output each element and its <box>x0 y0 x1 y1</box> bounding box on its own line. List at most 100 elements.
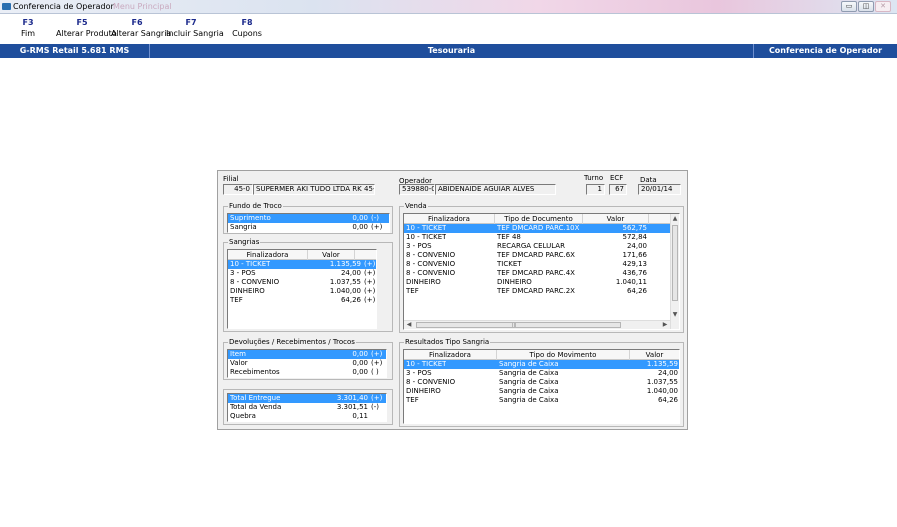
cell-valor: 1.135,59 <box>329 260 361 268</box>
table-row[interactable]: DINHEIRO Sangria de Caixa 1.040,00 <box>404 387 679 396</box>
table-row[interactable]: 10 - TICKET 1.135,59 (+) <box>228 260 376 269</box>
table-row[interactable]: 10 - TICKET TEF 48 572,84 <box>404 233 670 242</box>
ecf-label: ECF <box>610 174 624 182</box>
row-value: 0,00 <box>352 350 368 358</box>
group-title: Venda <box>404 202 428 211</box>
scroll-up-icon[interactable]: ▲ <box>671 215 679 223</box>
grid-header: Finalizadora Tipo de Documento Valor <box>404 214 670 224</box>
f3-fim-button[interactable]: F3 Fim <box>17 18 39 40</box>
cell-finalizadora: TEF <box>406 396 419 404</box>
list-item[interactable]: Total da Venda 3.301,51 (-) <box>228 403 386 412</box>
column-header[interactable]: Valor <box>308 250 355 260</box>
scroll-down-icon[interactable]: ▼ <box>671 311 679 319</box>
table-row[interactable]: TEF TEF DMCARD PARC.2X 64,26 <box>404 287 670 296</box>
row-sign: ( ) <box>371 368 379 376</box>
cell-tipo-documento: TEF DMCARD PARC.2X <box>497 287 575 295</box>
cell-finalizadora: 10 - TICKET <box>230 260 271 268</box>
table-row[interactable]: DINHEIRO DINHEIRO 1.040,11 <box>404 278 670 287</box>
product-version: G-RMS Retail 5.681 RMS <box>0 44 150 58</box>
cell-tipo-documento: TEF 48 <box>497 233 521 241</box>
minimize-button[interactable]: ▭ <box>841 1 857 12</box>
filial-label: Filial <box>223 175 239 183</box>
f5-alterar-produto-button[interactable]: F5 Alterar Produto <box>56 18 117 40</box>
column-header[interactable]: Finalizadora <box>404 350 497 360</box>
cell-finalizadora: 3 - POS <box>406 242 432 250</box>
list-item[interactable]: Sangria 0,00 (+) <box>228 223 389 232</box>
cell-finalizadora: 8 - CONVENIO <box>406 269 456 277</box>
sangrias-group: Sangrias Finalizadora Valor 10 - TICKET … <box>223 238 393 332</box>
table-row[interactable]: TEF Sangria de Caixa 64,26 <box>404 396 679 405</box>
totais-list: Total Entregue 3.301,40 (+) Total da Ven… <box>227 393 387 422</box>
devolucoes-group: Devoluções / Recebimentos / Trocos Item … <box>223 338 393 380</box>
list-item[interactable]: Total Entregue 3.301,40 (+) <box>228 394 386 403</box>
cell-finalizadora: 3 - POS <box>230 269 256 277</box>
cell-finalizadora: 8 - CONVENIO <box>406 378 456 386</box>
vertical-scrollbar[interactable]: ▲ ▼ <box>670 214 679 329</box>
cell-valor: 572,84 <box>622 233 648 241</box>
table-row[interactable]: 3 - POS RECARGA CELULAR 24,00 <box>404 242 670 251</box>
cell-valor: 24,00 <box>626 242 647 250</box>
list-item[interactable]: Item 0,00 (+) <box>228 350 386 359</box>
app-icon <box>2 3 11 10</box>
group-title: Sangrias <box>228 238 261 247</box>
list-item[interactable]: Recebimentos 0,00 ( ) <box>228 368 386 377</box>
table-row[interactable]: 8 - CONVENIO TICKET 429,13 <box>404 260 670 269</box>
background-window-title: Menu Principal <box>113 2 172 11</box>
close-button[interactable]: ✕ <box>875 1 891 12</box>
column-header[interactable]: Valor <box>583 214 649 224</box>
list-item[interactable]: Valor 0,00 (+) <box>228 359 386 368</box>
key-label: F5 <box>76 18 88 27</box>
table-row[interactable]: 8 - CONVENIO TEF DMCARD PARC.4X 436,76 <box>404 269 670 278</box>
column-header[interactable]: Finalizadora <box>228 250 308 260</box>
cell-sign: (+) <box>364 269 376 277</box>
cell-valor: 1.135,59 <box>646 360 678 368</box>
key-caption: Fim <box>20 29 36 38</box>
window-title: Conferencia de Operador <box>13 2 114 11</box>
table-row[interactable]: 10 - TICKET TEF DMCARD PARC.10X 562,75 <box>404 224 670 233</box>
column-header[interactable]: Finalizadora <box>404 214 495 224</box>
cell-finalizadora: 8 - CONVENIO <box>406 251 456 259</box>
sangrias-grid: Finalizadora Valor 10 - TICKET 1.135,59 … <box>227 249 377 329</box>
operador-code-field: 539880-0 <box>399 184 435 195</box>
table-row[interactable]: 8 - CONVENIO Sangria de Caixa 1.037,55 <box>404 378 679 387</box>
scroll-grip: III <box>512 323 517 329</box>
cell-finalizadora: 10 - TICKET <box>406 233 447 241</box>
cell-finalizadora: TEF <box>406 287 419 295</box>
column-header[interactable]: Valor <box>630 350 679 360</box>
grid-header: Finalizadora Valor <box>228 250 376 260</box>
list-item[interactable]: Quebra 0,11 <box>228 412 386 421</box>
list-item[interactable]: Suprimento 0,00 (-) <box>228 214 389 223</box>
table-row[interactable]: 3 - POS 24,00 (+) <box>228 269 376 278</box>
row-name: Item <box>230 350 246 358</box>
screen-title: Conferencia de Operador <box>753 44 897 58</box>
horizontal-scrollbar[interactable]: ◀ III ▶ <box>404 320 670 329</box>
key-caption: Cupons <box>232 29 262 38</box>
f8-cupons-button[interactable]: F8 Cupons <box>230 18 264 40</box>
table-row[interactable]: 3 - POS Sangria de Caixa 24,00 <box>404 369 679 378</box>
f6-alterar-sangria-button[interactable]: F6 Alterar Sangria <box>111 18 171 40</box>
row-sign: (+) <box>371 394 383 402</box>
scroll-left-icon[interactable]: ◀ <box>405 321 413 329</box>
operador-name-field: ABIDENAIDE AGUIAR ALVES <box>435 184 556 195</box>
scroll-right-icon[interactable]: ▶ <box>661 321 669 329</box>
table-row[interactable]: 8 - CONVENIO TEF DMCARD PARC.6X 171,66 <box>404 251 670 260</box>
table-row[interactable]: TEF 64,26 (+) <box>228 296 376 305</box>
column-header[interactable]: Tipo de Documento <box>495 214 583 224</box>
row-value: 0,00 <box>352 359 368 367</box>
grid-header: Finalizadora Tipo do Movimento Valor <box>404 350 679 360</box>
scroll-thumb[interactable] <box>672 225 678 301</box>
table-row[interactable]: DINHEIRO 1.040,00 (+) <box>228 287 376 296</box>
restore-button[interactable]: ◫ <box>858 1 874 12</box>
cell-finalizadora: DINHEIRO <box>406 278 441 286</box>
table-row[interactable]: 8 - CONVENIO 1.037,55 (+) <box>228 278 376 287</box>
table-row[interactable]: 10 - TICKET Sangria de Caixa 1.135,59 <box>404 360 679 369</box>
cell-finalizadora: DINHEIRO <box>230 287 265 295</box>
cell-finalizadora: 10 - TICKET <box>406 360 447 368</box>
scroll-thumb[interactable]: III <box>416 322 621 329</box>
f7-incluir-sangria-button[interactable]: F7 Incluir Sangria <box>166 18 224 40</box>
cell-tipo-movimento: Sangria de Caixa <box>499 378 559 386</box>
column-header[interactable]: Tipo do Movimento <box>497 350 630 360</box>
key-caption: Alterar Produto <box>56 29 117 38</box>
cell-valor: 64,26 <box>626 287 647 295</box>
cell-finalizadora: 8 - CONVENIO <box>230 278 280 286</box>
